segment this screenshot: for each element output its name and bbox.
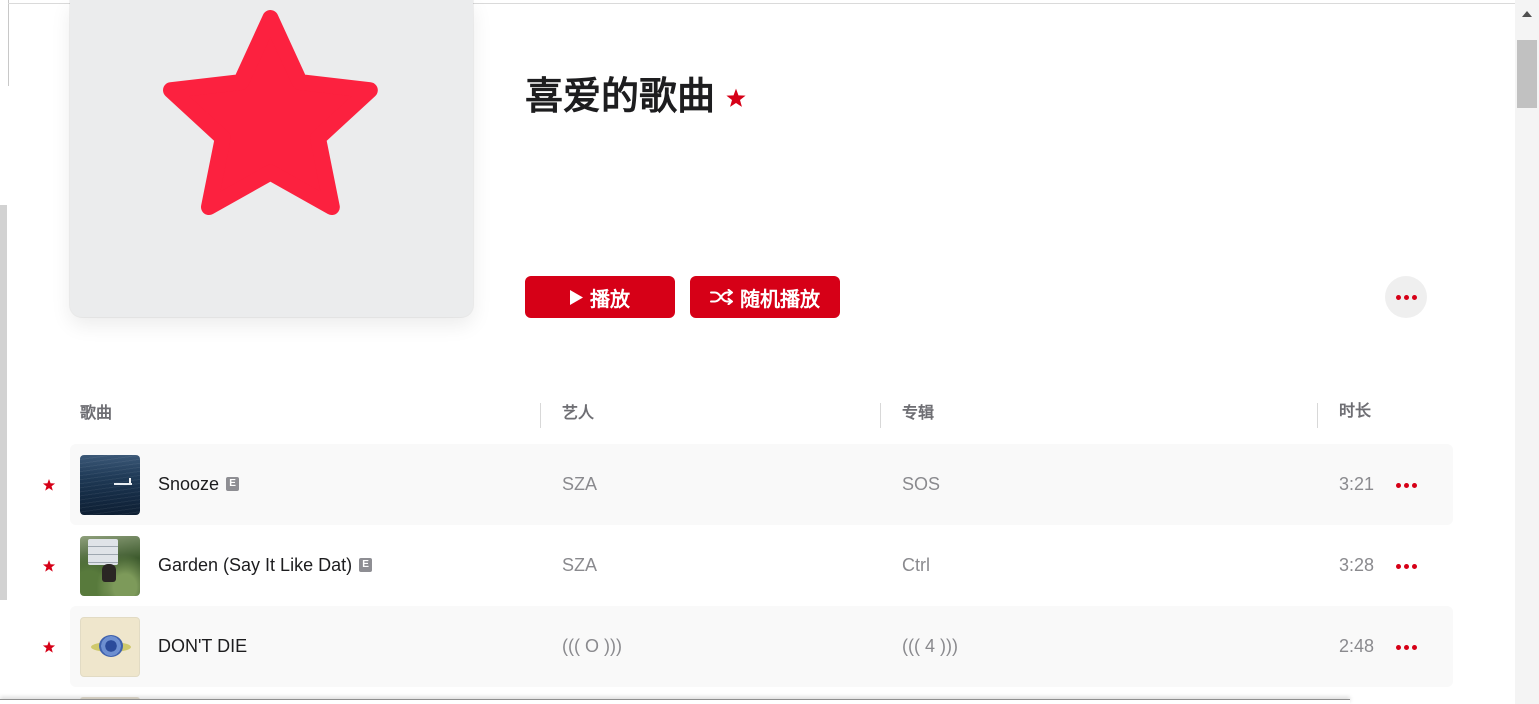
more-icon-dot (1411, 644, 1417, 650)
title-star-icon (726, 88, 746, 107)
column-divider[interactable] (540, 403, 541, 428)
track-row[interactable]: Snooze E SZA SOS 3:21 (42, 444, 1453, 525)
row-more-button[interactable] (1393, 637, 1419, 657)
shuffle-button-label: 随机播放 (740, 288, 820, 311)
track-row[interactable]: DON'T DIE ((( O ))) ((( 4 ))) 2:48 (42, 606, 1453, 687)
favorite-star-icon (42, 641, 56, 653)
row-more-button[interactable] (1393, 475, 1419, 495)
song-duration: 2:48 (1338, 636, 1374, 656)
song-duration: 3:28 (1338, 555, 1374, 575)
more-icon-dot (1395, 563, 1401, 569)
bottom-panel-edge (0, 699, 1350, 704)
column-header-song[interactable]: 歌曲 (80, 401, 112, 427)
album-link[interactable]: SOS (902, 444, 940, 525)
more-button[interactable] (1385, 276, 1427, 318)
album-art-detail (88, 539, 118, 565)
more-icon-dot (1403, 644, 1409, 650)
song-title: Garden (Say It Like Dat) (158, 555, 353, 575)
more-icon-dot (1411, 563, 1417, 569)
album-link[interactable]: ((( 4 ))) (902, 606, 958, 687)
album-art-detail (129, 478, 131, 483)
song-title: DON'T DIE (158, 636, 248, 656)
play-button[interactable]: 播放 (525, 276, 675, 318)
play-button-label: 播放 (590, 288, 630, 311)
artist-link[interactable]: SZA (562, 525, 597, 606)
artist-link[interactable]: ((( O ))) (562, 606, 622, 687)
shuffle-icon (710, 289, 733, 305)
more-icon-dot (1395, 482, 1401, 488)
favorite-star-icon (42, 479, 56, 491)
song-title: Snooze (158, 474, 220, 494)
song-cell: Garden (Say It Like Dat) E (158, 525, 373, 606)
album-art[interactable] (80, 617, 140, 677)
more-icon (1395, 482, 1417, 488)
explicit-badge: E (226, 476, 240, 491)
album-art-detail (102, 564, 116, 582)
scroll-thumb[interactable] (1517, 40, 1537, 108)
explicit-badge: E (359, 557, 373, 572)
playlist-title: 喜爱的歌曲 (525, 76, 716, 118)
more-icon-dot (1395, 294, 1401, 300)
column-divider[interactable] (880, 403, 881, 428)
song-cell: DON'T DIE (158, 606, 247, 687)
column-header-album[interactable]: 专辑 (902, 401, 934, 427)
more-icon-dot (1403, 563, 1409, 569)
shuffle-button[interactable]: 随机播放 (690, 276, 840, 318)
artwork-star-icon (163, 10, 378, 216)
scrollbar[interactable] (1515, 0, 1539, 704)
track-row[interactable]: Garden (Say It Like Dat) E SZA Ctrl 3:28 (42, 525, 1453, 606)
more-icon-dot (1411, 482, 1417, 488)
column-divider[interactable] (1317, 403, 1318, 428)
chevron-up-icon[interactable] (1522, 11, 1532, 17)
album-art[interactable] (80, 455, 140, 515)
track-list-header: 歌曲 艺人 专辑 时长 (70, 399, 1453, 428)
more-icon-dot (1403, 294, 1409, 300)
song-duration: 3:21 (1338, 474, 1374, 494)
more-icon (1395, 644, 1417, 650)
more-icon (1395, 294, 1417, 300)
song-cell: Snooze E (158, 444, 240, 525)
column-header-duration[interactable]: 时长 (1339, 399, 1371, 425)
column-header-artist[interactable]: 艺人 (562, 401, 594, 427)
favorite-star-icon (42, 560, 56, 572)
background-window-edge (0, 205, 7, 600)
album-art[interactable] (80, 536, 140, 596)
album-art-detail (114, 483, 132, 485)
album-link[interactable]: Ctrl (902, 525, 930, 606)
playlist-header: 喜爱的歌曲 (525, 73, 747, 121)
more-icon-dot (1403, 482, 1409, 488)
window-left-border (8, 0, 9, 86)
play-icon (570, 289, 583, 305)
artist-link[interactable]: SZA (562, 444, 597, 525)
playlist-artwork (70, 0, 473, 317)
row-more-button[interactable] (1393, 556, 1419, 576)
album-art-detail (99, 635, 123, 657)
more-icon (1395, 563, 1417, 569)
more-icon-dot (1411, 294, 1417, 300)
more-icon-dot (1395, 644, 1401, 650)
